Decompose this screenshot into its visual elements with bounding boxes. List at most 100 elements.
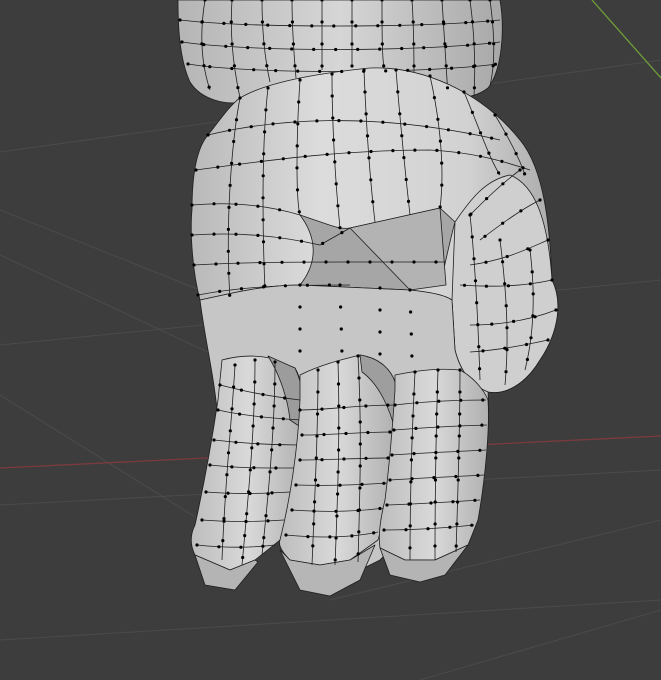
mesh-vertex[interactable]: [236, 86, 240, 90]
mesh-vertex[interactable]: [336, 204, 340, 208]
mesh-vertex[interactable]: [514, 152, 518, 156]
mesh-vertex[interactable]: [386, 456, 390, 460]
mesh-vertex[interactable]: [337, 404, 341, 408]
mesh-vertex[interactable]: [440, 161, 444, 165]
mesh-vertex[interactable]: [227, 128, 232, 132]
mesh-vertex[interactable]: [253, 358, 257, 362]
mesh-vertex[interactable]: [438, 205, 442, 209]
mesh-vertex[interactable]: [221, 539, 225, 543]
mesh-vertex[interactable]: [295, 144, 299, 148]
mesh-vertex[interactable]: [378, 47, 382, 51]
mesh-vertex[interactable]: [358, 420, 362, 424]
mesh-vertex[interactable]: [230, 161, 234, 165]
mesh-vertex[interactable]: [342, 405, 346, 410]
mesh-vertex[interactable]: [263, 284, 267, 288]
mesh-vertex[interactable]: [260, 20, 264, 24]
mesh-vertex[interactable]: [511, 319, 516, 323]
mesh-vertex[interactable]: [200, 20, 204, 24]
mesh-vertex[interactable]: [376, 24, 380, 28]
mesh-vertex[interactable]: [359, 119, 363, 123]
mesh-vertex[interactable]: [208, 65, 212, 69]
mesh-vertex[interactable]: [497, 171, 501, 175]
mesh-vertex[interactable]: [261, 392, 265, 397]
mesh-vertex[interactable]: [358, 486, 362, 490]
mesh-vertex[interactable]: [492, 42, 496, 46]
mesh-vertex[interactable]: [234, 202, 238, 206]
mesh-vertex[interactable]: [524, 342, 529, 347]
mesh-vertex[interactable]: [208, 463, 212, 467]
mesh-vertex[interactable]: [390, 453, 394, 457]
mesh-vertex[interactable]: [382, 528, 386, 532]
mesh-vertex[interactable]: [206, 133, 210, 137]
mesh-vertex[interactable]: [408, 288, 412, 292]
mesh-vertex[interactable]: [425, 125, 429, 129]
mesh-vertex[interactable]: [443, 42, 447, 46]
mesh-vertex[interactable]: [230, 42, 234, 46]
mesh-vertex[interactable]: [320, 407, 324, 411]
mesh-vertex[interactable]: [378, 330, 382, 334]
mesh-vertex[interactable]: [222, 21, 226, 25]
mesh-vertex[interactable]: [350, 64, 354, 68]
mesh-vertex[interactable]: [437, 399, 441, 403]
mesh-vertex[interactable]: [475, 301, 479, 305]
mesh-vertex[interactable]: [334, 182, 338, 186]
mesh-vertex[interactable]: [385, 503, 389, 507]
mesh-vertex[interactable]: [315, 434, 319, 438]
mesh-vertex[interactable]: [505, 326, 509, 330]
mesh-vertex[interactable]: [457, 456, 461, 460]
mesh-vertex[interactable]: [554, 308, 558, 312]
mesh-vertex[interactable]: [262, 536, 266, 540]
mesh-vertex[interactable]: [245, 512, 249, 516]
mesh-vertex[interactable]: [382, 64, 386, 68]
mesh-vertex[interactable]: [525, 357, 530, 362]
mesh-vertex[interactable]: [325, 152, 329, 156]
mesh-vertex[interactable]: [481, 398, 485, 402]
mesh-vertex[interactable]: [398, 23, 402, 27]
mesh-vertex[interactable]: [357, 508, 361, 512]
mesh-vertex[interactable]: [368, 260, 372, 264]
mesh-vertex[interactable]: [415, 401, 419, 405]
mesh-vertex[interactable]: [378, 286, 382, 290]
mesh-vertex[interactable]: [244, 22, 248, 26]
mesh-vertex[interactable]: [483, 234, 487, 238]
mesh-vertex[interactable]: [448, 525, 452, 529]
mesh-vertex[interactable]: [266, 519, 270, 523]
mesh-vertex[interactable]: [347, 151, 351, 155]
mesh-vertex[interactable]: [281, 417, 285, 421]
mesh-vertex[interactable]: [302, 260, 306, 264]
mesh-vertex[interactable]: [274, 69, 278, 73]
mesh-vertex[interactable]: [339, 305, 343, 309]
finger-3[interactable]: [378, 368, 489, 583]
mesh-vertex[interactable]: [528, 282, 532, 286]
mesh-vertex[interactable]: [456, 478, 460, 482]
mesh-vertex[interactable]: [316, 483, 320, 487]
mesh-vertex[interactable]: [278, 443, 282, 447]
mesh-vertex[interactable]: [498, 238, 502, 242]
mesh-vertex[interactable]: [438, 139, 442, 143]
mesh-vertex[interactable]: [435, 148, 439, 152]
mesh-vertex[interactable]: [246, 46, 250, 50]
mesh-vertex[interactable]: [354, 24, 358, 28]
mesh-vertex[interactable]: [268, 46, 272, 51]
mesh-vertex[interactable]: [248, 468, 252, 472]
mesh-vertex[interactable]: [468, 132, 472, 136]
mesh-vertex[interactable]: [252, 402, 256, 406]
mesh-vertex[interactable]: [434, 260, 438, 264]
mesh-vertex[interactable]: [336, 470, 340, 474]
mesh-vertex[interactable]: [216, 165, 220, 169]
mesh-vertex[interactable]: [336, 492, 340, 496]
mesh-vertex[interactable]: [265, 64, 269, 68]
mesh-vertex[interactable]: [518, 168, 522, 172]
mesh-vertex[interactable]: [412, 452, 416, 456]
mesh-vertex[interactable]: [315, 412, 320, 416]
mesh-vertex[interactable]: [312, 522, 316, 526]
mesh-vertex[interactable]: [284, 533, 288, 537]
mesh-vertex[interactable]: [365, 134, 370, 138]
mesh-vertex[interactable]: [432, 96, 436, 100]
mesh-vertex[interactable]: [400, 134, 404, 138]
mesh-vertex[interactable]: [334, 536, 338, 540]
mesh-vertex[interactable]: [228, 429, 232, 433]
mesh-vertex[interactable]: [404, 528, 408, 532]
mesh-vertex[interactable]: [290, 47, 294, 51]
mesh-vertex[interactable]: [456, 500, 460, 504]
